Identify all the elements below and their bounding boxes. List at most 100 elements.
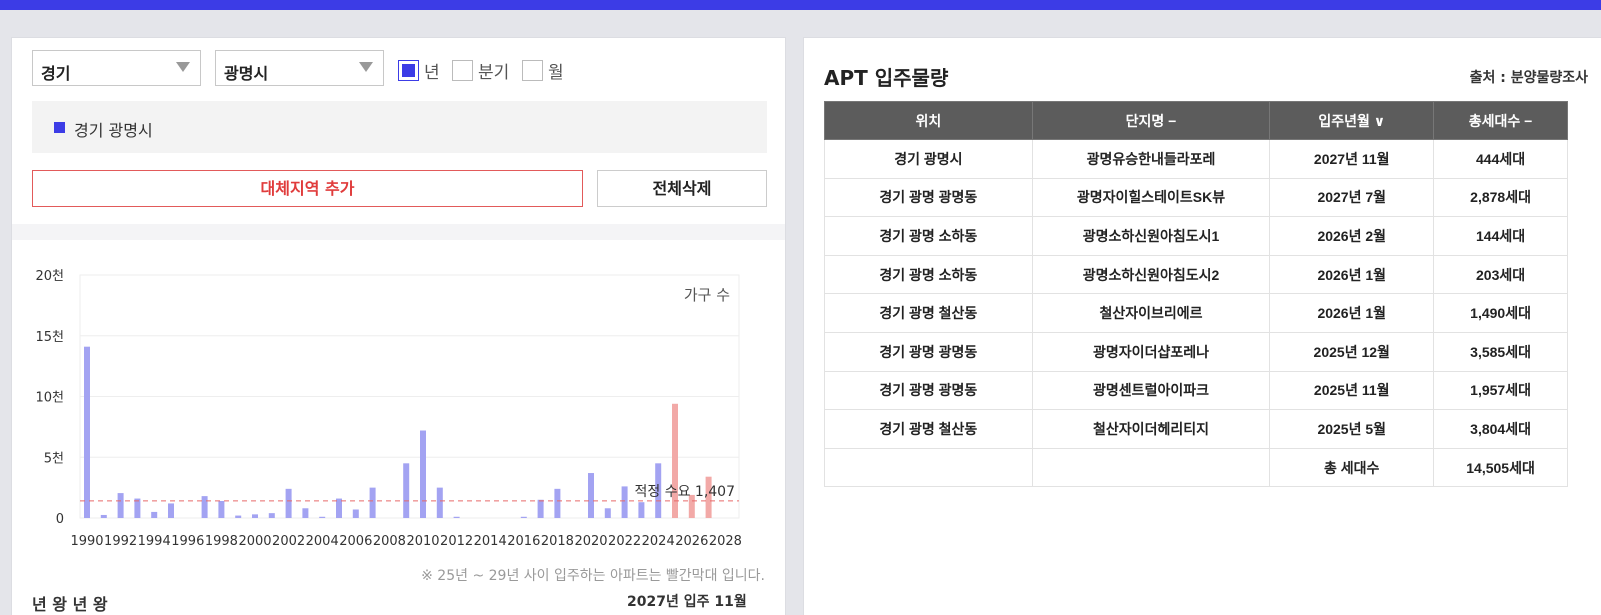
checkbox-checked-icon — [398, 60, 419, 81]
table-row[interactable]: 경기 광명 광명동 광명자이힐스테이트SK뷰 2027년 7월 2,878세대 — [824, 177, 1568, 218]
apt-title: APT 입주물량 — [824, 66, 949, 90]
bar — [151, 511, 158, 518]
table-row[interactable]: 경기 광명 광명동 광명자이더샵포레나 2025년 12월 3,585세대 — [824, 331, 1568, 372]
x-tick-label: 1998 — [205, 534, 238, 549]
apt-table: 위치 단지명 − 입주년월 ∨ 총세대수 − 경기 광명시 광명유승한내들라포레… — [824, 101, 1568, 488]
cell-location: 경기 광명시 — [824, 139, 1033, 179]
cell-complex: 광명자이힐스테이트SK뷰 — [1031, 177, 1271, 218]
x-tick-label: 2022 — [608, 534, 641, 549]
top-accent-bar — [0, 0, 1601, 10]
checkbox-unchecked-icon — [522, 60, 543, 81]
y-tick-label: 20천 — [35, 269, 64, 284]
bar — [604, 508, 611, 518]
bar — [453, 516, 460, 518]
x-tick-label: 1994 — [138, 534, 171, 549]
clear-all-button[interactable]: 전체삭제 — [597, 170, 767, 207]
period-month-checkbox[interactable]: 월 — [522, 58, 564, 83]
cell-move-in: 2026년 1월 — [1269, 254, 1435, 295]
x-tick-label: 2000 — [238, 534, 271, 549]
bar — [100, 514, 107, 518]
series-label: 가구 수 — [684, 286, 730, 304]
bar — [554, 488, 561, 518]
chart-panel: 경기 광명시 년 분기 월 경기 광명시 대체지역 추가 전체삭제 0 5천 10천… — [11, 37, 786, 615]
x-tick-label: 2026 — [675, 534, 708, 549]
cell-location: 경기 광명 광명동 — [824, 177, 1033, 218]
y-tick-label: 5천 — [44, 451, 64, 466]
table-row[interactable]: 경기 광명 소하동 광명소하신원아침도시2 2026년 1월 203세대 — [824, 254, 1568, 295]
apt-panel: APT 입주물량 출처 : 분양물량조사 위치 단지명 − 입주년월 ∨ 총세대… — [803, 37, 1601, 615]
x-tick-label: 2028 — [709, 534, 742, 549]
table-row[interactable]: 경기 광명 광명동 광명센트럴아이파크 2025년 11월 1,957세대 — [824, 370, 1568, 411]
bar — [420, 430, 426, 518]
checkbox-unchecked-icon — [452, 60, 473, 81]
col-location: 위치 — [824, 101, 1033, 140]
cell-move-in: 2025년 11월 — [1269, 370, 1435, 411]
y-tick-label: 15천 — [35, 330, 64, 345]
x-tick-label: 2004 — [306, 534, 339, 549]
x-tick-label: 2020 — [574, 534, 607, 549]
city-select[interactable]: 광명시 — [215, 50, 384, 86]
table-row[interactable]: 경기 광명 소하동 광명소하신원아침도시1 2026년 2월 144세대 — [824, 216, 1568, 256]
city-select-value: 광명시 — [224, 64, 269, 83]
x-tick-label: 1992 — [104, 534, 137, 549]
cell-complex: 광명센트럴아이파크 — [1031, 370, 1271, 411]
bar — [319, 516, 326, 518]
bar — [134, 498, 141, 518]
section-divider — [12, 224, 785, 240]
bar — [252, 514, 258, 518]
bar — [638, 502, 645, 518]
table-total-row: 총 세대수 14,505세대 — [824, 447, 1568, 488]
table-header-row: 위치 단지명 − 입주년월 ∨ 총세대수 − — [824, 101, 1568, 140]
section-title-cut: 년 왕 년 왕 — [32, 595, 108, 614]
chart-note: ※ 25년 ~ 29년 사이 입주하는 아파트는 빨간막대 입니다. — [421, 568, 765, 584]
bar — [168, 503, 174, 518]
cell-location: 경기 광명 철산동 — [824, 293, 1033, 333]
cell-households: 203세대 — [1433, 254, 1568, 295]
period-quarter-checkbox[interactable]: 분기 — [452, 58, 509, 83]
cell-empty — [1031, 447, 1271, 488]
x-tick-label: 1990 — [70, 534, 103, 549]
bar — [117, 493, 124, 518]
selected-region-item[interactable]: 경기 광명시 — [74, 117, 153, 141]
total-label: 총 세대수 — [1269, 447, 1435, 488]
x-tick-label: 2008 — [373, 534, 406, 549]
cell-empty — [824, 447, 1033, 488]
cell-households: 444세대 — [1433, 139, 1568, 179]
period-year-label: 년 — [424, 63, 440, 83]
cell-households: 3,585세대 — [1433, 331, 1568, 372]
x-tick-label: 2014 — [474, 534, 507, 549]
cell-complex: 광명유승한내들라포레 — [1031, 139, 1271, 179]
bar — [369, 487, 376, 518]
cell-move-in: 2025년 5월 — [1269, 409, 1435, 449]
province-select-value: 경기 — [41, 64, 71, 83]
table-row[interactable]: 경기 광명시 광명유승한내들라포레 2027년 11월 444세대 — [824, 139, 1568, 179]
cell-households: 2,878세대 — [1433, 177, 1568, 218]
period-year-checkbox[interactable]: 년 — [398, 58, 440, 83]
add-region-button[interactable]: 대체지역 추가 — [32, 170, 583, 207]
x-tick-label: 2024 — [642, 534, 675, 549]
bar — [403, 463, 410, 518]
period-quarter-label: 분기 — [478, 63, 510, 83]
col-move-in-sort[interactable]: 입주년월 ∨ — [1269, 101, 1435, 140]
x-tick-label: 1996 — [171, 534, 204, 549]
table-row[interactable]: 경기 광명 철산동 철산자이브리에르 2026년 1월 1,490세대 — [824, 293, 1568, 333]
bar — [268, 513, 275, 518]
province-select[interactable]: 경기 — [32, 50, 201, 86]
col-complex-sort[interactable]: 단지명 − — [1031, 101, 1271, 140]
table-row[interactable]: 경기 광명 철산동 철산자이더헤리티지 2025년 5월 3,804세대 — [824, 409, 1568, 449]
y-tick-label: 0 — [56, 512, 64, 527]
bar — [520, 516, 527, 518]
col-households-sort[interactable]: 총세대수 − — [1433, 101, 1568, 140]
cell-location: 경기 광명 광명동 — [824, 331, 1033, 372]
x-tick-label: 2016 — [507, 534, 540, 549]
x-tick-label: 2018 — [541, 534, 574, 549]
selected-region-list: 경기 광명시 — [32, 101, 767, 153]
chevron-down-icon — [176, 62, 190, 72]
section-date-cut: 2027년 입주 11월 — [627, 594, 747, 610]
cell-move-in: 2027년 7월 — [1269, 177, 1435, 218]
bar — [285, 488, 292, 518]
bar — [235, 515, 242, 518]
cell-complex: 광명자이더샵포레나 — [1031, 331, 1271, 372]
bar — [218, 500, 225, 518]
reference-line-label: 적정 수요 1,407 — [635, 484, 736, 500]
